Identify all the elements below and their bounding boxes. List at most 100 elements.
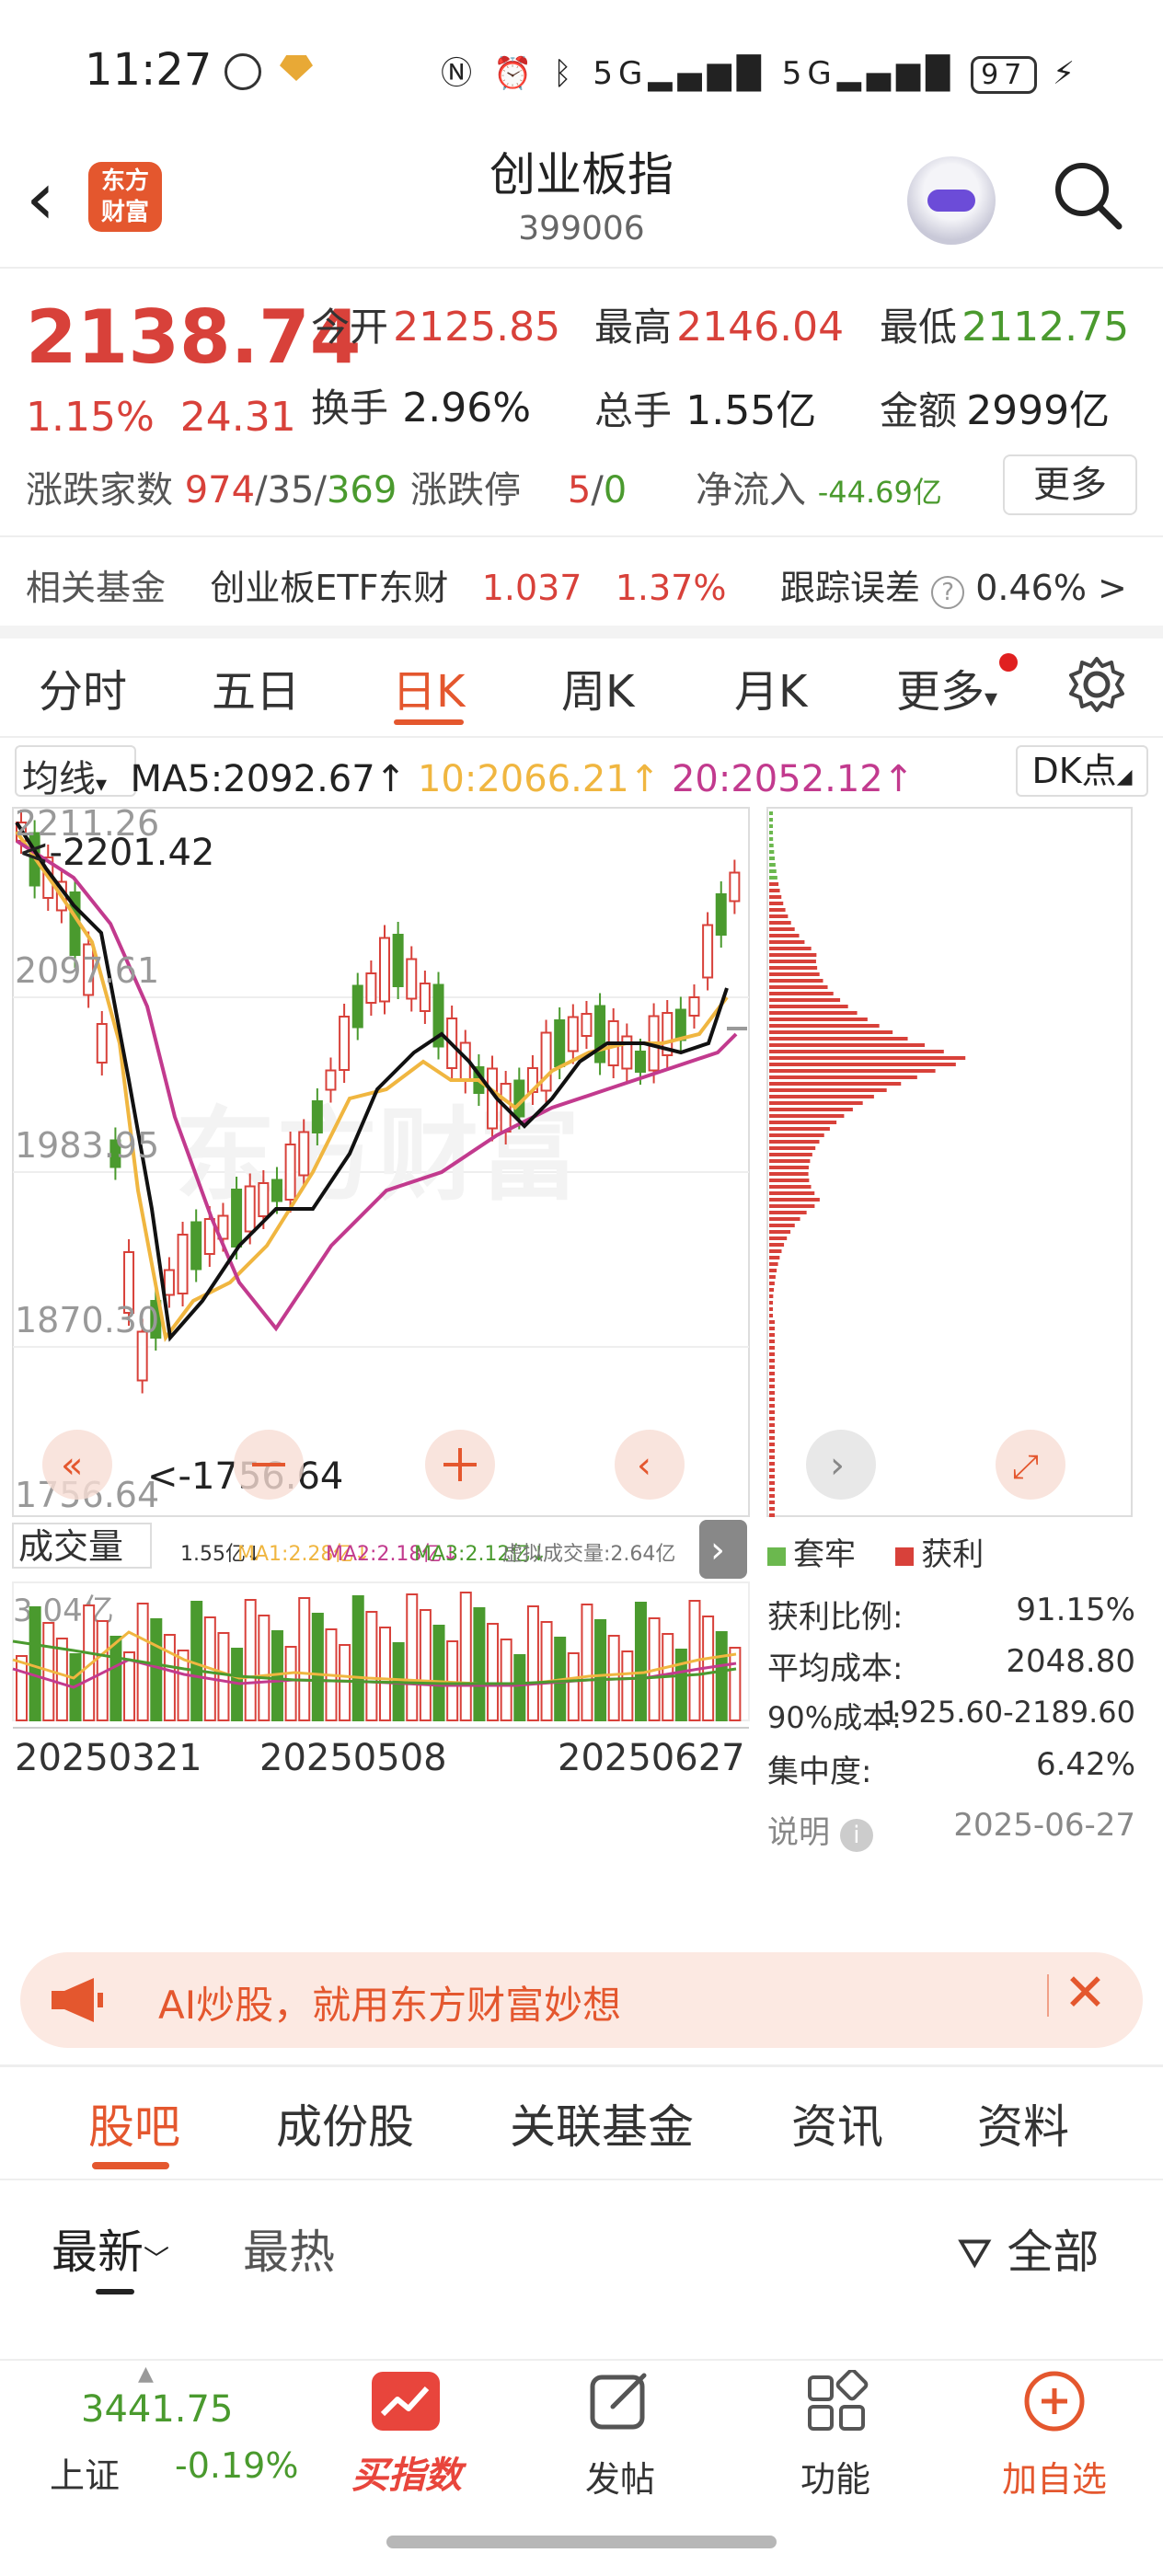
related-fund-row[interactable]: 相关基金 创业板ETF东财 1.037 1.37% xyxy=(26,559,726,610)
x-label: 20250321 xyxy=(15,1737,202,1779)
chip-bar xyxy=(769,1140,820,1144)
index-pct[interactable]: -0.19% xyxy=(175,2445,298,2486)
buy-index-label[interactable]: 买指数 xyxy=(333,2445,480,2499)
tab-more[interactable]: 更多▾ xyxy=(896,655,997,719)
chip-bar xyxy=(769,1385,775,1388)
chip-bar xyxy=(769,1243,785,1247)
chip-bar xyxy=(769,863,776,867)
chevron-left-icon: ‹ xyxy=(637,1444,651,1487)
tab-underline xyxy=(394,719,464,725)
close-icon[interactable]: ✕ xyxy=(1064,1963,1107,2023)
chip-bar xyxy=(769,985,828,989)
ai-assistant-icon[interactable] xyxy=(907,156,996,245)
section-gap xyxy=(0,626,1163,638)
index-value[interactable]: 3441.75 xyxy=(81,2388,233,2431)
chip-bar xyxy=(769,1488,775,1491)
chip-bar xyxy=(769,844,774,847)
amount-field: 金额 2999亿 xyxy=(880,387,1111,434)
sort-hot[interactable]: 最热 xyxy=(243,2215,335,2282)
volume-bar xyxy=(526,1605,539,1721)
sort-latest[interactable]: 最新﹀ xyxy=(52,2215,169,2282)
candle-body xyxy=(258,1182,270,1217)
loss-legend-swatch xyxy=(767,1547,786,1566)
tab-guba[interactable]: 股吧 xyxy=(88,2090,180,2156)
chip-bar xyxy=(769,992,834,995)
chip-note-row[interactable]: 说明 i 2025-06-27 xyxy=(767,1807,1135,1852)
chip-bar xyxy=(769,953,817,957)
cost90-row: 90%成本: 1925.60-2189.60 xyxy=(767,1695,1135,1735)
avg-cost-row: 平均成本: 2048.80 xyxy=(767,1643,1135,1687)
chip-bar xyxy=(769,1211,807,1214)
buy-index-icon[interactable] xyxy=(372,2372,440,2431)
chip-bar xyxy=(769,1191,815,1195)
chip-bar xyxy=(769,869,777,873)
functions-label[interactable]: 功能 xyxy=(762,2451,909,2501)
chip-bar xyxy=(769,1417,775,1420)
bluetooth-icon: ᛒ xyxy=(553,55,578,92)
chip-bar xyxy=(769,1101,863,1105)
turnover-field: 换手 2.96% xyxy=(311,385,532,431)
chip-bar xyxy=(769,889,780,892)
volume-bars xyxy=(16,1592,742,1721)
chip-bar xyxy=(769,1230,791,1234)
chip-bar xyxy=(769,934,800,937)
tab-intraday[interactable]: 分时 xyxy=(39,655,127,719)
breadth-field: 涨跌家数 974/35/369 xyxy=(26,469,397,512)
tab-underline xyxy=(92,2162,169,2169)
tracking-error[interactable]: 跟踪误差 ? 0.46% > xyxy=(780,559,1127,610)
change: 1.15% 24.31 xyxy=(26,394,296,441)
megaphone-icon xyxy=(52,1978,103,2022)
chip-bar xyxy=(769,1372,775,1375)
filter-all[interactable]: ⛛ 全部 xyxy=(957,2215,1100,2282)
tab-weekly-k[interactable]: 周K xyxy=(561,655,634,719)
chip-bar xyxy=(769,1481,775,1485)
x-label: 20250508 xyxy=(259,1737,447,1779)
tab-related-funds[interactable]: 关联基金 xyxy=(510,2090,694,2156)
dk-point-button[interactable]: DK点◢ xyxy=(1016,745,1148,797)
search-icon[interactable] xyxy=(1051,158,1123,230)
help-icon[interactable]: ? xyxy=(931,576,965,609)
gesture-icon xyxy=(225,53,261,90)
chip-bar xyxy=(769,1501,775,1504)
more-button[interactable]: 更多 xyxy=(1003,454,1137,515)
chip-bar xyxy=(769,1475,775,1478)
chip-bar xyxy=(769,837,774,841)
tab-monthly-k[interactable]: 月K xyxy=(734,655,807,719)
chip-bar xyxy=(769,1075,917,1079)
candle-body xyxy=(554,1019,566,1067)
add-watch-icon[interactable] xyxy=(1021,2368,1088,2434)
candle-body xyxy=(702,924,714,979)
volume-bar xyxy=(258,1615,271,1721)
tab-daily-k[interactable]: 日K xyxy=(392,655,465,719)
chip-bar xyxy=(769,1455,775,1459)
tab-profile[interactable]: 资料 xyxy=(977,2090,1069,2156)
chip-bar xyxy=(769,1146,816,1150)
index-name[interactable]: 上证 xyxy=(50,2447,120,2498)
chip-bar xyxy=(769,1269,777,1272)
settings-icon[interactable] xyxy=(1067,655,1126,714)
chip-bar xyxy=(769,927,795,931)
post-icon[interactable] xyxy=(587,2368,653,2434)
tab-components[interactable]: 成份股 xyxy=(276,2090,414,2156)
volume-bar xyxy=(55,1638,68,1721)
chip-bar xyxy=(769,1494,775,1498)
tab-news[interactable]: 资讯 xyxy=(791,2090,883,2156)
candle-body xyxy=(621,1035,633,1070)
add-watch-label[interactable]: 加自选 xyxy=(981,2451,1128,2501)
volume-bar xyxy=(715,1631,728,1721)
chip-bar xyxy=(769,1063,956,1066)
chip-bar xyxy=(769,857,776,860)
chip-bar xyxy=(769,998,841,1002)
candle-body xyxy=(177,1234,189,1294)
functions-icon[interactable] xyxy=(804,2370,869,2434)
chip-bar xyxy=(769,811,773,815)
post-label[interactable]: 发帖 xyxy=(547,2451,694,2501)
volume-bar xyxy=(190,1601,203,1721)
chip-bar xyxy=(769,1043,926,1047)
chip-bar xyxy=(769,1462,775,1466)
y-tick: 1983.95 xyxy=(15,1125,159,1166)
ad-text[interactable]: AI炒股，就用东方财富妙想 xyxy=(158,1974,621,2030)
tab-five-day[interactable]: 五日 xyxy=(212,655,300,719)
home-indicator[interactable] xyxy=(386,2536,777,2548)
chip-bar xyxy=(769,1333,775,1337)
